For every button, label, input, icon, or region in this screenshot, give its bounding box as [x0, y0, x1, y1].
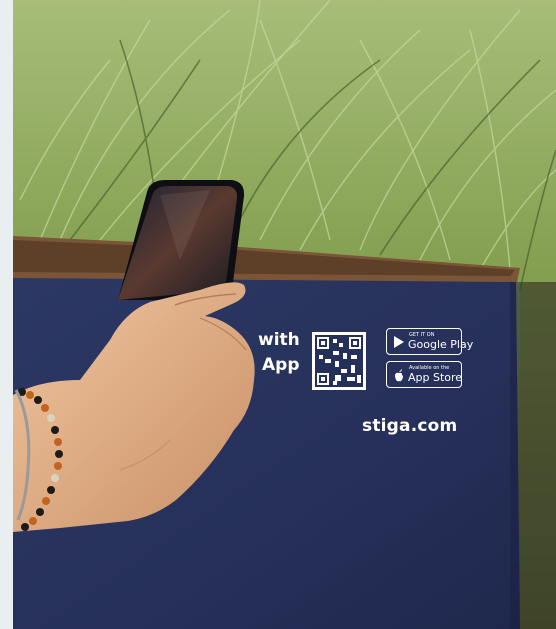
app-store-badge: Available on the App Store [386, 361, 462, 388]
google-play-icon [394, 336, 404, 348]
right-shadow [520, 282, 556, 629]
website-text: stiga.com [362, 416, 458, 436]
google-play-badge: GET IT ON Google Play [386, 328, 473, 355]
left-border [0, 0, 13, 629]
apple-icon [395, 369, 403, 382]
google-badge-large-text: Google Play [408, 338, 474, 351]
box-text-app: App [262, 355, 300, 375]
apple-badge-large-text: App Store [408, 371, 463, 384]
photo-scene [0, 0, 556, 629]
box-side-shadow [510, 282, 520, 629]
box-text-with: with [258, 330, 300, 350]
qr-code [312, 332, 366, 390]
